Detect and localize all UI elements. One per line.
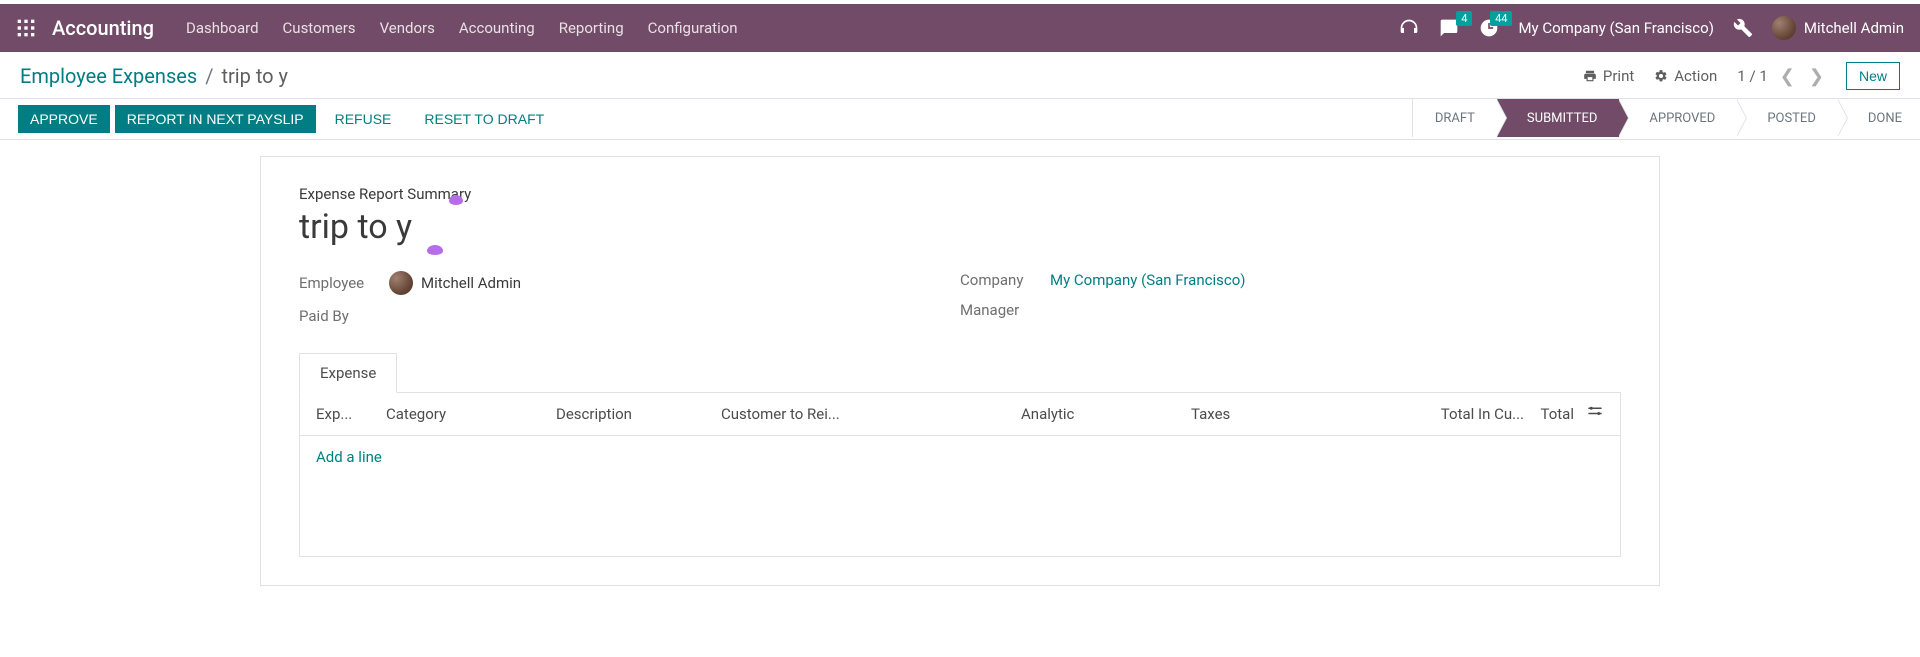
action-button[interactable]: Action bbox=[1654, 67, 1717, 85]
field-employee: Employee Mitchell Admin bbox=[299, 265, 960, 301]
approve-button[interactable]: APPROVE bbox=[18, 105, 110, 133]
summary-label: Expense Report Summary bbox=[299, 185, 1621, 203]
breadcrumb-sep: / bbox=[205, 64, 213, 88]
status-step-approved[interactable]: APPROVED bbox=[1619, 99, 1737, 137]
status-step-draft[interactable]: DRAFT bbox=[1412, 99, 1497, 137]
activities-icon[interactable]: 44 bbox=[1478, 17, 1500, 39]
nav-item-dashboard[interactable]: Dashboard bbox=[186, 19, 259, 37]
user-menu[interactable]: Mitchell Admin bbox=[1772, 16, 1904, 40]
status-step-done[interactable]: DONE bbox=[1838, 99, 1920, 137]
nav-item-vendors[interactable]: Vendors bbox=[380, 19, 435, 37]
table-head: Exp... Category Description Customer to … bbox=[300, 393, 1620, 436]
nav-item-configuration[interactable]: Configuration bbox=[648, 19, 738, 37]
support-icon[interactable] bbox=[1398, 17, 1420, 39]
reset-draft-button[interactable]: RESET TO DRAFT bbox=[410, 105, 558, 133]
messages-icon[interactable]: 4 bbox=[1438, 17, 1460, 39]
th-category[interactable]: Category bbox=[380, 405, 550, 423]
notebook: Expense Exp... Category Description Cust… bbox=[299, 353, 1621, 557]
apps-icon[interactable] bbox=[16, 18, 36, 38]
employee-value[interactable]: Mitchell Admin bbox=[389, 271, 521, 295]
th-total[interactable]: Total bbox=[1530, 403, 1610, 425]
annotation-bubble-icon bbox=[427, 245, 443, 255]
pager-next-icon[interactable]: ❯ bbox=[1807, 66, 1826, 87]
add-line-button[interactable]: Add a line bbox=[300, 436, 1620, 478]
paidby-label: Paid By bbox=[299, 307, 389, 325]
tab-expense[interactable]: Expense bbox=[299, 353, 397, 393]
status-step-posted[interactable]: POSTED bbox=[1737, 99, 1838, 137]
employee-label: Employee bbox=[299, 274, 389, 292]
action-label: Action bbox=[1674, 67, 1717, 85]
new-button[interactable]: New bbox=[1846, 62, 1900, 90]
tab-headers: Expense bbox=[299, 353, 1621, 393]
print-label: Print bbox=[1603, 67, 1634, 85]
report-payslip-button[interactable]: REPORT IN NEXT PAYSLIP bbox=[115, 105, 316, 133]
form-fields: Employee Mitchell Admin Paid By Company … bbox=[299, 265, 1621, 331]
record-title[interactable]: trip to y bbox=[299, 207, 1621, 247]
nav-right: 4 44 My Company (San Francisco) Mitchell… bbox=[1398, 16, 1904, 40]
form-col-left: Employee Mitchell Admin Paid By bbox=[299, 265, 960, 331]
th-taxes[interactable]: Taxes bbox=[1185, 405, 1370, 423]
nav-item-customers[interactable]: Customers bbox=[283, 19, 356, 37]
form-background: Expense Report Summary trip to y Employe… bbox=[0, 140, 1920, 586]
breadcrumb-current: trip to y bbox=[221, 64, 288, 88]
status-steps: DRAFT SUBMITTED APPROVED POSTED DONE bbox=[1412, 99, 1920, 139]
th-customer[interactable]: Customer to Rei... bbox=[715, 405, 1015, 423]
th-description[interactable]: Description bbox=[550, 405, 715, 423]
messages-badge: 4 bbox=[1456, 11, 1472, 26]
employee-avatar-icon bbox=[389, 271, 413, 295]
control-panel: Employee Expenses / trip to y Print Acti… bbox=[0, 52, 1920, 99]
optional-columns-icon[interactable] bbox=[1586, 403, 1604, 425]
status-step-submitted[interactable]: SUBMITTED bbox=[1497, 99, 1619, 137]
avatar-icon bbox=[1772, 16, 1796, 40]
table-body: Add a line bbox=[300, 436, 1620, 556]
expense-table: Exp... Category Description Customer to … bbox=[299, 393, 1621, 557]
cp-buttons: Print Action 1 / 1 ❮ ❯ New bbox=[1583, 62, 1900, 90]
pager-prev-icon[interactable]: ❮ bbox=[1778, 66, 1797, 87]
manager-label: Manager bbox=[960, 301, 1050, 319]
nav-item-accounting[interactable]: Accounting bbox=[459, 19, 535, 37]
field-manager: Manager bbox=[960, 295, 1621, 325]
th-expense-date[interactable]: Exp... bbox=[310, 405, 380, 423]
breadcrumb: Employee Expenses / trip to y bbox=[20, 64, 288, 88]
activities-badge: 44 bbox=[1490, 11, 1512, 26]
company-label: Company bbox=[960, 271, 1050, 289]
record-title-text: trip to y bbox=[299, 207, 412, 247]
app-title[interactable]: Accounting bbox=[52, 16, 154, 40]
pager-value[interactable]: 1 / 1 bbox=[1737, 67, 1768, 85]
th-total-text: Total bbox=[1541, 405, 1575, 423]
company-value[interactable]: My Company (San Francisco) bbox=[1050, 271, 1245, 289]
form-sheet: Expense Report Summary trip to y Employe… bbox=[260, 156, 1660, 586]
form-col-right: Company My Company (San Francisco) Manag… bbox=[960, 265, 1621, 331]
refuse-button[interactable]: REFUSE bbox=[321, 105, 406, 133]
th-total-incur[interactable]: Total In Cu... bbox=[1370, 405, 1530, 423]
user-name: Mitchell Admin bbox=[1804, 19, 1904, 37]
annotation-bubble-icon bbox=[449, 195, 463, 205]
status-bar: APPROVE REPORT IN NEXT PAYSLIP REFUSE RE… bbox=[0, 99, 1920, 140]
status-actions: APPROVE REPORT IN NEXT PAYSLIP REFUSE RE… bbox=[0, 99, 558, 139]
gear-icon bbox=[1654, 69, 1668, 83]
company-selector[interactable]: My Company (San Francisco) bbox=[1518, 19, 1713, 37]
breadcrumb-back[interactable]: Employee Expenses bbox=[20, 64, 197, 88]
nav-item-reporting[interactable]: Reporting bbox=[559, 19, 624, 37]
print-button[interactable]: Print bbox=[1583, 67, 1634, 85]
nav-menu: Dashboard Customers Vendors Accounting R… bbox=[186, 19, 1398, 37]
debug-icon[interactable] bbox=[1732, 17, 1754, 39]
pager: 1 / 1 ❮ ❯ bbox=[1737, 66, 1826, 87]
main-navbar: Accounting Dashboard Customers Vendors A… bbox=[0, 4, 1920, 52]
field-company: Company My Company (San Francisco) bbox=[960, 265, 1621, 295]
employee-name: Mitchell Admin bbox=[421, 274, 521, 292]
th-analytic[interactable]: Analytic bbox=[1015, 405, 1185, 423]
summary-label-text: Expense Report Summary bbox=[299, 185, 471, 203]
field-paidby: Paid By bbox=[299, 301, 960, 331]
print-icon bbox=[1583, 69, 1597, 83]
